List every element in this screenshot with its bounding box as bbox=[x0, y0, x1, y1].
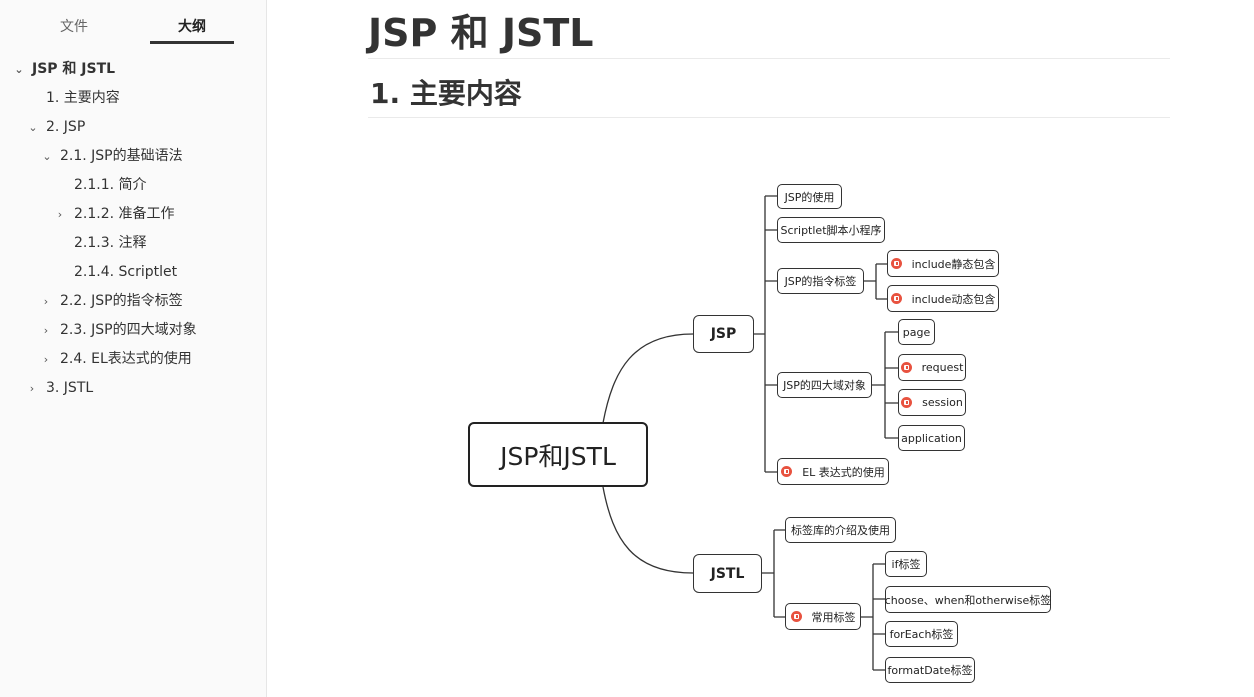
tab-files[interactable]: 文件 bbox=[32, 16, 116, 36]
active-tab-indicator bbox=[150, 41, 234, 44]
toc-label: 2.1.2. 准备工作 bbox=[74, 206, 175, 222]
tab-outline[interactable]: 大纲 bbox=[150, 16, 234, 36]
flag-marker-icon bbox=[890, 258, 902, 269]
chevron-down-icon[interactable]: ⌄ bbox=[12, 59, 26, 81]
mindmap-connectors bbox=[602, 195, 898, 671]
connector-scope-children bbox=[872, 331, 898, 439]
sidebar: 文件 大纲 ⌄ JSP 和 JSTL 1. 主要内容 ⌄ 2. JSP ⌄ 2.1. … bbox=[0, 0, 267, 697]
node-label: formatDate标签 bbox=[887, 664, 973, 677]
mindmap-node-directive-tags[interactable]: JSP的指令标签 bbox=[777, 268, 864, 294]
flag-marker-icon bbox=[790, 611, 802, 622]
toc-label: 2. JSP bbox=[46, 119, 86, 135]
mindmap-node-choose-tag[interactable]: choose、when和otherwise标签 bbox=[885, 586, 1051, 613]
node-label: forEach标签 bbox=[889, 628, 954, 641]
chevron-right-icon[interactable]: › bbox=[25, 378, 39, 400]
mindmap-node-include-static[interactable]: include静态包含 bbox=[887, 250, 999, 277]
mindmap-node-request[interactable]: request bbox=[898, 354, 966, 381]
document-content: JSP 和 JSTL 1. 主要内容 JSP和JSTL JSP JSTL JSP… bbox=[268, 0, 1254, 697]
node-label: session bbox=[922, 396, 963, 409]
node-label: JSP和JSTL bbox=[500, 441, 616, 471]
toc-item-jsp-jstl[interactable]: ⌄ JSP 和 JSTL bbox=[12, 58, 115, 80]
toc-label: 3. JSTL bbox=[46, 380, 94, 396]
mindmap-node-jstl[interactable]: JSTL bbox=[693, 554, 762, 593]
connector-jsp-children bbox=[754, 195, 777, 473]
flag-marker-icon bbox=[781, 466, 793, 477]
mindmap-node-formatdate-tag[interactable]: formatDate标签 bbox=[885, 657, 975, 683]
toc-label: 2.2. JSP的指令标签 bbox=[60, 293, 183, 309]
node-label: EL 表达式的使用 bbox=[802, 465, 885, 479]
node-label: 常用标签 bbox=[811, 610, 856, 624]
toc-item-jsp-basic-syntax[interactable]: ⌄ 2.1. JSP的基础语法 bbox=[40, 145, 183, 168]
connector-root-jsp bbox=[602, 333, 694, 424]
connector-jstl-children bbox=[762, 529, 785, 618]
mindmap-node-if-tag[interactable]: if标签 bbox=[885, 551, 927, 577]
flag-marker-icon bbox=[901, 397, 913, 408]
toc-label: JSP 和 JSTL bbox=[32, 61, 116, 77]
mindmap-node-foreach-tag[interactable]: forEach标签 bbox=[885, 621, 958, 647]
mindmap-node-include-dynamic[interactable]: include动态包含 bbox=[887, 285, 999, 312]
node-label: application bbox=[901, 431, 962, 445]
toc-item-jsp[interactable]: ⌄ 2. JSP bbox=[26, 116, 85, 138]
node-label: JSP bbox=[710, 326, 737, 342]
flag-marker-icon bbox=[890, 293, 902, 304]
toc-item-preparation[interactable]: › 2.1.2. 准备工作 bbox=[53, 203, 175, 225]
toc-item-main-content[interactable]: 1. 主要内容 bbox=[46, 87, 120, 109]
mindmap-root-node[interactable]: JSP和JSTL bbox=[468, 422, 648, 487]
mindmap-node-application[interactable]: application bbox=[898, 425, 965, 451]
toc-item-intro[interactable]: 2.1.1. 简介 bbox=[74, 174, 147, 196]
toc-item-directive-tags[interactable]: › 2.2. JSP的指令标签 bbox=[39, 290, 183, 312]
mindmap-node-session[interactable]: session bbox=[898, 389, 966, 416]
mindmap-node-scriptlet[interactable]: Scriptlet脚本小程序 bbox=[777, 217, 885, 243]
chevron-down-icon[interactable]: ⌄ bbox=[26, 117, 40, 139]
toc-label: 2.1.3. 注释 bbox=[74, 235, 147, 251]
toc-label: 2.4. EL表达式的使用 bbox=[60, 351, 192, 367]
node-label: 标签库的介绍及使用 bbox=[791, 524, 890, 537]
node-label: JSP的四大域对象 bbox=[783, 379, 866, 392]
node-label: request bbox=[921, 361, 964, 374]
toc-item-jstl[interactable]: › 3. JSTL bbox=[25, 377, 93, 399]
node-label: Scriptlet脚本小程序 bbox=[780, 224, 882, 237]
flag-marker-icon bbox=[900, 362, 912, 373]
node-label: choose、when和otherwise标签 bbox=[884, 593, 1052, 607]
toc-item-comments[interactable]: 2.1.3. 注释 bbox=[74, 232, 147, 254]
connector-directive-children bbox=[864, 263, 887, 300]
mindmap-node-el-expression[interactable]: EL 表达式的使用 bbox=[777, 458, 889, 485]
node-label: page bbox=[902, 325, 931, 339]
toc-item-scope-objects[interactable]: › 2.3. JSP的四大域对象 bbox=[39, 319, 197, 341]
mindmap-node-taglib-intro[interactable]: 标签库的介绍及使用 bbox=[785, 517, 896, 543]
chevron-right-icon[interactable]: › bbox=[39, 349, 53, 371]
node-label: JSP的使用 bbox=[784, 190, 835, 204]
node-label: include静态包含 bbox=[911, 257, 996, 271]
toc-item-el-expression[interactable]: › 2.4. EL表达式的使用 bbox=[39, 348, 192, 370]
chevron-right-icon[interactable]: › bbox=[39, 320, 53, 342]
node-label: JSP的指令标签 bbox=[784, 275, 857, 288]
toc-label: 2.1. JSP的基础语法 bbox=[60, 148, 183, 164]
mindmap-node-jsp-usage[interactable]: JSP的使用 bbox=[777, 184, 842, 209]
node-label: include动态包含 bbox=[911, 292, 996, 306]
mindmap-node-jsp[interactable]: JSP bbox=[693, 315, 754, 353]
toc-item-scriptlet[interactable]: 2.1.4. Scriptlet bbox=[74, 261, 177, 283]
chevron-right-icon[interactable]: › bbox=[39, 291, 53, 313]
mindmap-node-scope-objects[interactable]: JSP的四大域对象 bbox=[777, 372, 872, 398]
toc-label: 2.1.4. Scriptlet bbox=[74, 264, 178, 280]
connector-root-jstl bbox=[602, 486, 694, 574]
connector-tag-children bbox=[861, 563, 885, 671]
node-label: if标签 bbox=[891, 558, 921, 571]
mindmap-node-page[interactable]: page bbox=[898, 319, 935, 345]
toc-label: 1. 主要内容 bbox=[46, 90, 120, 106]
toc-label: 2.1.1. 简介 bbox=[74, 177, 147, 193]
toc-label: 2.3. JSP的四大域对象 bbox=[60, 322, 197, 338]
mindmap-node-common-tags[interactable]: 常用标签 bbox=[785, 603, 861, 630]
node-label: JSTL bbox=[710, 565, 745, 582]
chevron-right-icon[interactable]: › bbox=[53, 204, 67, 226]
chevron-down-icon[interactable]: ⌄ bbox=[40, 146, 54, 168]
